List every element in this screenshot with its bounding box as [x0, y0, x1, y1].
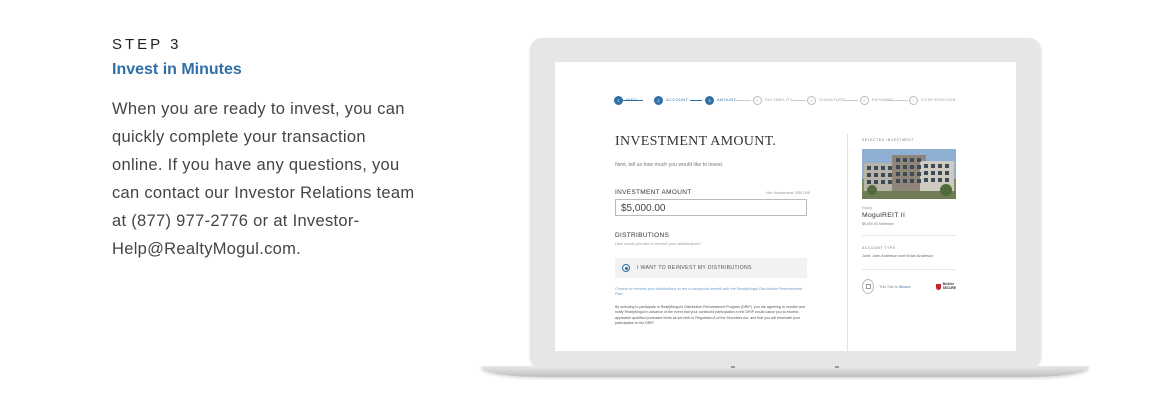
reinvest-option-label: I WANT TO REINVEST MY DISTRIBUTIONS: [637, 265, 752, 271]
amount-label: INVESTMENT AMOUNT: [615, 189, 692, 196]
progress-line: [844, 100, 858, 101]
investment-type: Equity: [862, 206, 872, 210]
reinvest-option[interactable]: I WANT TO REINVEST MY DISTRIBUTIONS: [615, 258, 807, 278]
distributions-label: DISTRIBUTIONS: [615, 232, 670, 239]
laptop-hinge-mark: [835, 366, 839, 368]
progress-step-suitability[interactable]: 4 SUITABILITY: [753, 95, 793, 105]
account-type-heading: ACCOUNT TYPE: [862, 246, 896, 250]
selected-investment-heading: SELECTED INVESTMENT: [862, 138, 915, 142]
progress-step-payment[interactable]: 6 PAYMENT: [860, 95, 893, 105]
progress-line: [792, 100, 806, 101]
secure-prefix: This Site is: [879, 284, 899, 289]
step-dot: 3: [705, 95, 714, 105]
progress-line: [735, 100, 751, 101]
mcafee-label: McAfee SECURE: [942, 282, 956, 290]
step-description: When you are ready to invest, you can qu…: [112, 100, 415, 258]
secure-link[interactable]: Secure: [899, 285, 911, 289]
divider: [862, 269, 956, 270]
progress-step-confirmation[interactable]: 7 CONFIRMATION: [909, 95, 956, 105]
security-badges: This Site is Secure McAfee SECURE: [862, 279, 956, 294]
form-intro: Next, tell us how much you would like to…: [615, 162, 724, 168]
account-type-value: Joint: John Anderson and Vivian Anderson: [862, 254, 934, 258]
laptop-base: [481, 366, 1089, 377]
progress-step-account[interactable]: 2 ACCOUNT: [654, 95, 688, 105]
step-label: ACCOUNT: [666, 98, 689, 102]
distributions-help: How would you like to receive your distr…: [615, 241, 702, 246]
progress-step-info[interactable]: 1 INFO: [614, 95, 637, 105]
step-title: Invest in Minutes: [112, 61, 242, 78]
step-label: CONFIRMATION: [921, 98, 957, 102]
laptop-hinge-mark: [731, 366, 735, 368]
amount-label-row: INVESTMENT AMOUNT Min Investment: $50,00…: [615, 189, 810, 196]
drip-description[interactable]: Choose to reinvest your distributions to…: [615, 287, 810, 298]
column-divider: [847, 134, 848, 351]
investment-minimum: $5,000.00 Minimum: [862, 222, 894, 226]
investment-form: INVESTMENT AMOUNT. Next, tell us how muc…: [615, 134, 810, 326]
step-number: STEP 3: [112, 36, 182, 53]
radio-selected-icon[interactable]: [622, 264, 630, 272]
step-dot: 7: [909, 95, 918, 105]
step-label: INFO: [626, 98, 638, 102]
progress-step-signature[interactable]: 5 SIGNATURE: [807, 95, 845, 105]
step-label: AMOUNT: [717, 98, 737, 102]
mcafee-line2: SECURE: [942, 285, 956, 290]
divider: [862, 235, 956, 236]
investment-summary: SELECTED INVESTMENT Equity MogulREIT II …: [862, 138, 956, 294]
min-investment-note: Min Investment: $50,000: [766, 190, 810, 195]
step-label: PAYMENT: [872, 98, 894, 102]
mcafee-badge[interactable]: McAfee SECURE: [936, 282, 956, 290]
page-title: INVESTMENT AMOUNT.: [615, 134, 777, 149]
mcafee-shield-icon: [936, 283, 942, 290]
investment-name: MogulREIT II: [862, 212, 906, 219]
property-image: [862, 149, 956, 199]
step-dot: 5: [807, 95, 816, 105]
progress-step-amount[interactable]: 3 AMOUNT: [705, 95, 736, 105]
checkout-progress: 1 INFO 2 ACCOUNT 3 AMOUNT 4 SUITABILITY …: [614, 95, 956, 105]
laptop-mockup: 1 INFO 2 ACCOUNT 3 AMOUNT 4 SUITABILITY …: [530, 38, 1041, 368]
step-dot: 4: [753, 95, 762, 105]
step-section: STEP 3 Invest in Minutes When you are re…: [112, 36, 462, 263]
step-dot: 1: [614, 95, 623, 105]
step-dot: 6: [860, 95, 869, 105]
investment-amount-input[interactable]: $5,000.00: [615, 199, 807, 216]
step-dot: 2: [654, 95, 663, 105]
laptop-screen: 1 INFO 2 ACCOUNT 3 AMOUNT 4 SUITABILITY …: [555, 62, 1016, 351]
drip-legal-text: By selecting to participate in RealtyMog…: [615, 304, 805, 326]
progress-line: [690, 100, 702, 101]
lock-icon: [862, 279, 874, 294]
secure-text: This Site is Secure: [879, 285, 911, 289]
step-label: SIGNATURE: [819, 98, 846, 102]
building-illustration: [862, 149, 956, 199]
step-label: SUITABILITY: [765, 98, 794, 102]
